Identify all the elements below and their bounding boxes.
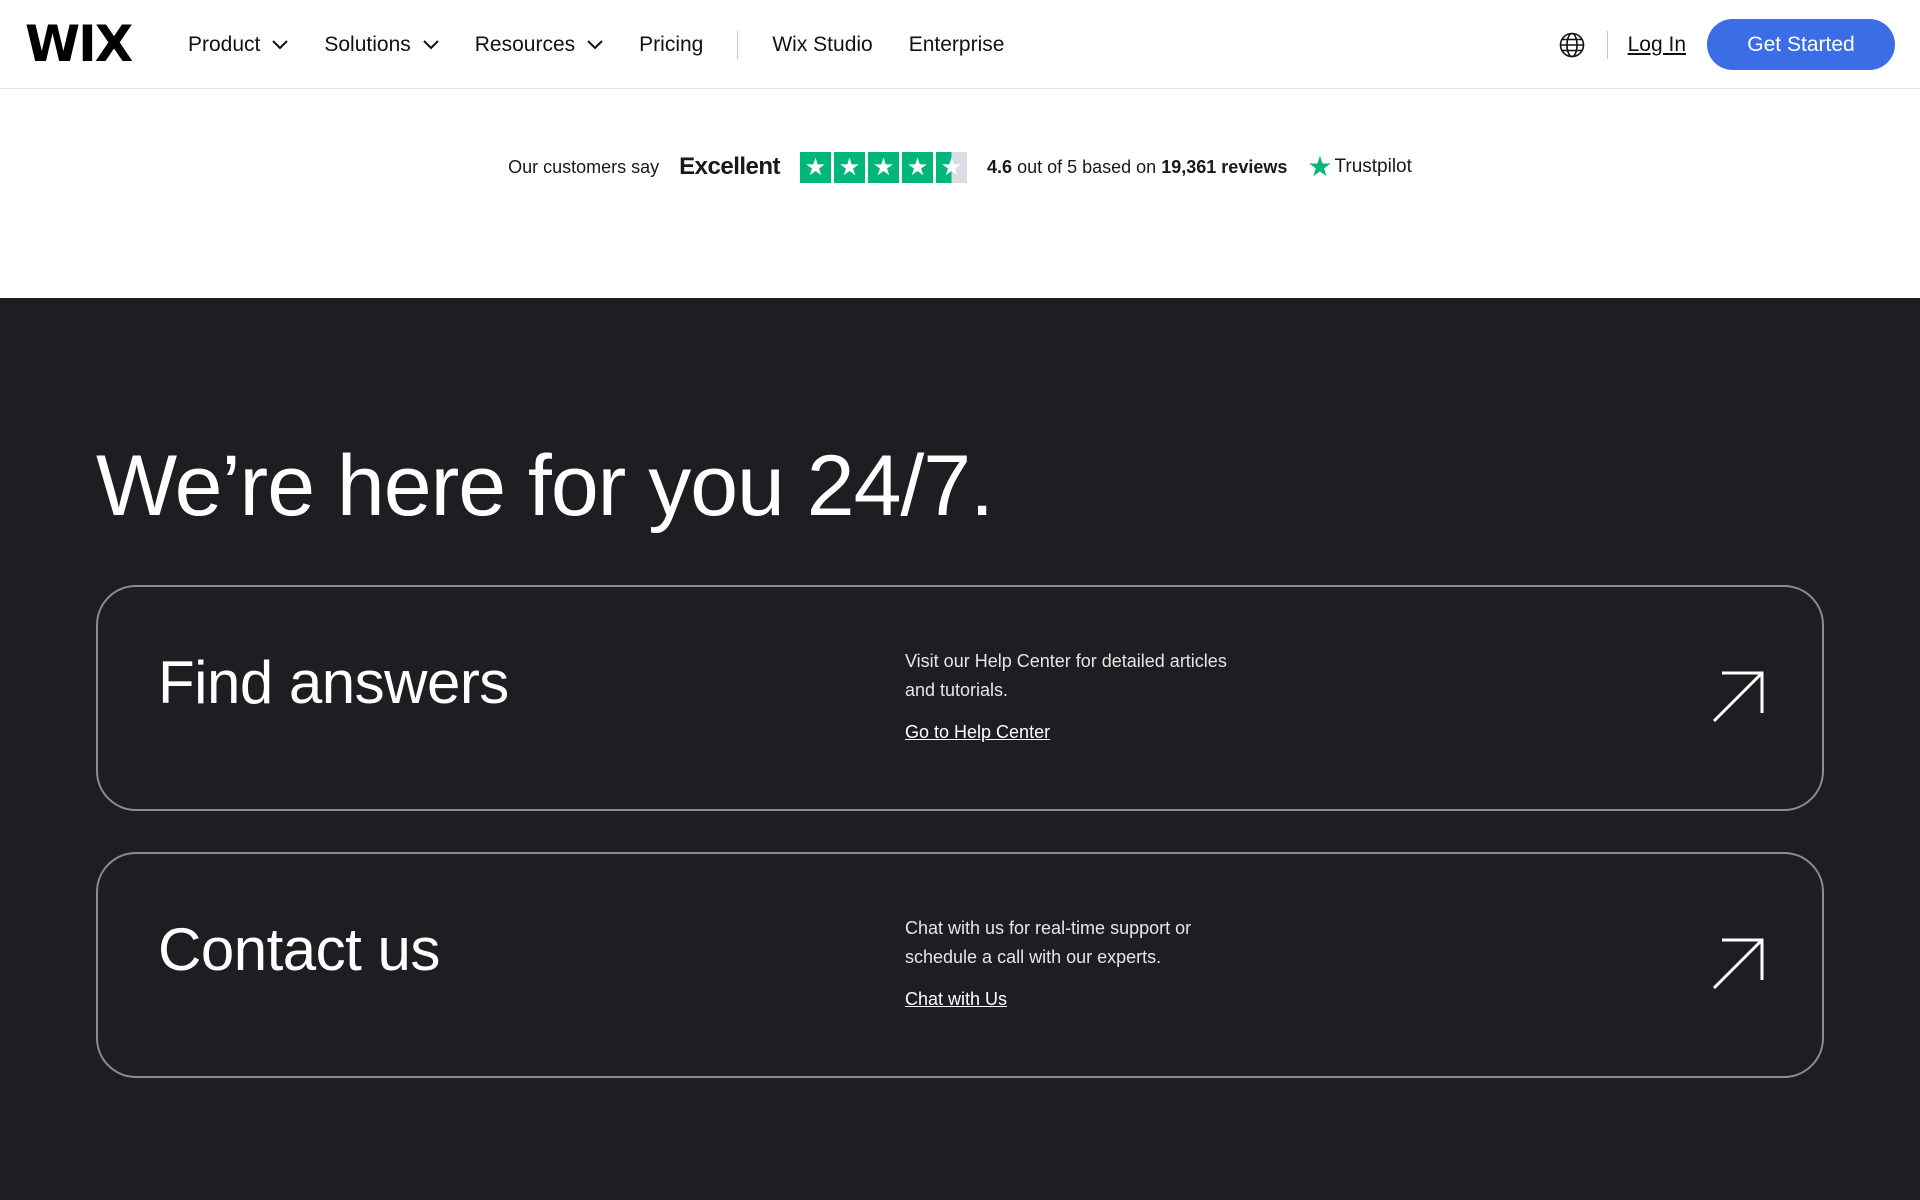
- nav-product[interactable]: Product: [188, 0, 289, 89]
- nav-pricing[interactable]: Pricing: [639, 0, 703, 89]
- arrow-up-right-icon: [1712, 671, 1764, 723]
- rating-text-1: out of 5 based on: [1017, 156, 1157, 177]
- star-icon: ★: [902, 151, 934, 183]
- trustpilot-brand: Trustpilot: [1334, 156, 1412, 177]
- trustpilot-logo: ★ Trustpilot: [1307, 153, 1412, 181]
- top-navigation-bar: WIX Product Solutions Resources Pricing …: [0, 0, 1920, 89]
- trustpilot-stars: ★ ★ ★ ★ ★: [800, 151, 968, 183]
- nav-resources[interactable]: Resources: [475, 0, 603, 89]
- half-star-icon: ★: [936, 151, 968, 183]
- trustpilot-rating: 4.6 out of 5 based on 19,361 reviews: [987, 157, 1287, 178]
- support-headline: We’re here for you 24/7.: [96, 438, 994, 534]
- get-started-button[interactable]: Get Started: [1707, 19, 1895, 70]
- support-section: We’re here for you 24/7. Find answers Vi…: [0, 298, 1920, 1200]
- account-nav: Log In Get Started: [1559, 0, 1895, 89]
- chevron-down-icon: [587, 39, 603, 49]
- trustpilot-star-icon: ★: [1307, 151, 1333, 182]
- arrow-up-right-icon: [1712, 938, 1764, 990]
- star-icon: ★: [868, 151, 900, 183]
- star-icon: ★: [800, 151, 832, 183]
- account-divider: [1606, 30, 1608, 59]
- nav-product-label: Product: [188, 32, 261, 56]
- nav-solutions-label: Solutions: [324, 32, 411, 56]
- language-selector[interactable]: [1559, 32, 1585, 58]
- nav-wix-studio-label: Wix Studio: [772, 32, 873, 56]
- login-link[interactable]: Log In: [1628, 33, 1686, 57]
- nav-enterprise-label: Enterprise: [908, 32, 1005, 56]
- find-answers-card[interactable]: Find answers Visit our Help Center for d…: [96, 585, 1824, 811]
- nav-solutions[interactable]: Solutions: [324, 0, 439, 89]
- nav-enterprise[interactable]: Enterprise: [909, 0, 1005, 89]
- trustpilot-widget[interactable]: Our customers say Excellent ★ ★ ★ ★ ★ 4.…: [0, 150, 1920, 184]
- nav-pricing-label: Pricing: [639, 32, 704, 56]
- nav-resources-label: Resources: [474, 32, 576, 56]
- rating-text-2: reviews: [1221, 156, 1288, 177]
- card-description: Visit our Help Center for detailed artic…: [905, 651, 1227, 700]
- main-nav: Product Solutions Resources Pricing Wix …: [188, 0, 1040, 89]
- card-title: Find answers: [158, 649, 509, 716]
- trustpilot-intro: Our customers say: [508, 156, 660, 177]
- help-center-link[interactable]: Go to Help Center: [905, 722, 1050, 743]
- nav-divider: [737, 30, 739, 59]
- chat-with-us-link[interactable]: Chat with Us: [905, 989, 1007, 1010]
- trustpilot-verdict: Excellent: [679, 153, 781, 180]
- chevron-down-icon: [423, 39, 439, 49]
- rating-value: 4.6: [987, 156, 1013, 177]
- star-icon: ★: [834, 151, 866, 183]
- review-count: 19,361: [1161, 156, 1217, 177]
- globe-icon: [1559, 32, 1584, 57]
- chevron-down-icon: [272, 39, 289, 49]
- nav-wix-studio[interactable]: Wix Studio: [772, 0, 872, 89]
- contact-us-card[interactable]: Contact us Chat with us for real-time su…: [96, 852, 1824, 1078]
- card-description: Chat with us for real-time support or sc…: [905, 918, 1192, 967]
- wix-logo[interactable]: WIX: [25, 19, 133, 69]
- card-title: Contact us: [158, 916, 440, 983]
